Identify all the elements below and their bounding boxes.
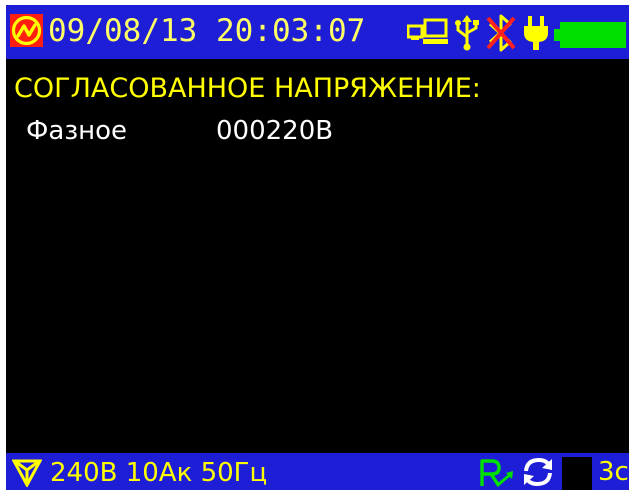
power-plug-icon [524,16,548,50]
measurement-params: 240В 10Ак 50Гц [50,458,268,488]
phase-voltage-value: 000220В [216,116,334,146]
rotation-r-icon [480,459,513,487]
date-time: 09/08/13 20:03:07 [48,13,366,49]
phase-voltage-label: Фазное [26,116,128,146]
battery-icon [554,22,626,48]
no-bluetooth-icon [486,14,516,52]
network-pc-icon [407,18,448,44]
device-screen: 09/08/13 20:03:07 СОГЛАСОВАННОЕ НАПРЯЖЕН… [6,5,629,490]
usb-icon [455,15,479,51]
blank-indicator [562,457,592,490]
timer-value: 3с [598,457,629,487]
logo-icon [10,14,43,47]
wiring-triangle-icon [12,459,42,487]
status-bar: 09/08/13 20:03:07 [6,5,629,59]
page-title: СОГЛАСОВАННОЕ НАПРЯЖЕНИЕ: [14,73,481,104]
refresh-icon [524,457,552,487]
